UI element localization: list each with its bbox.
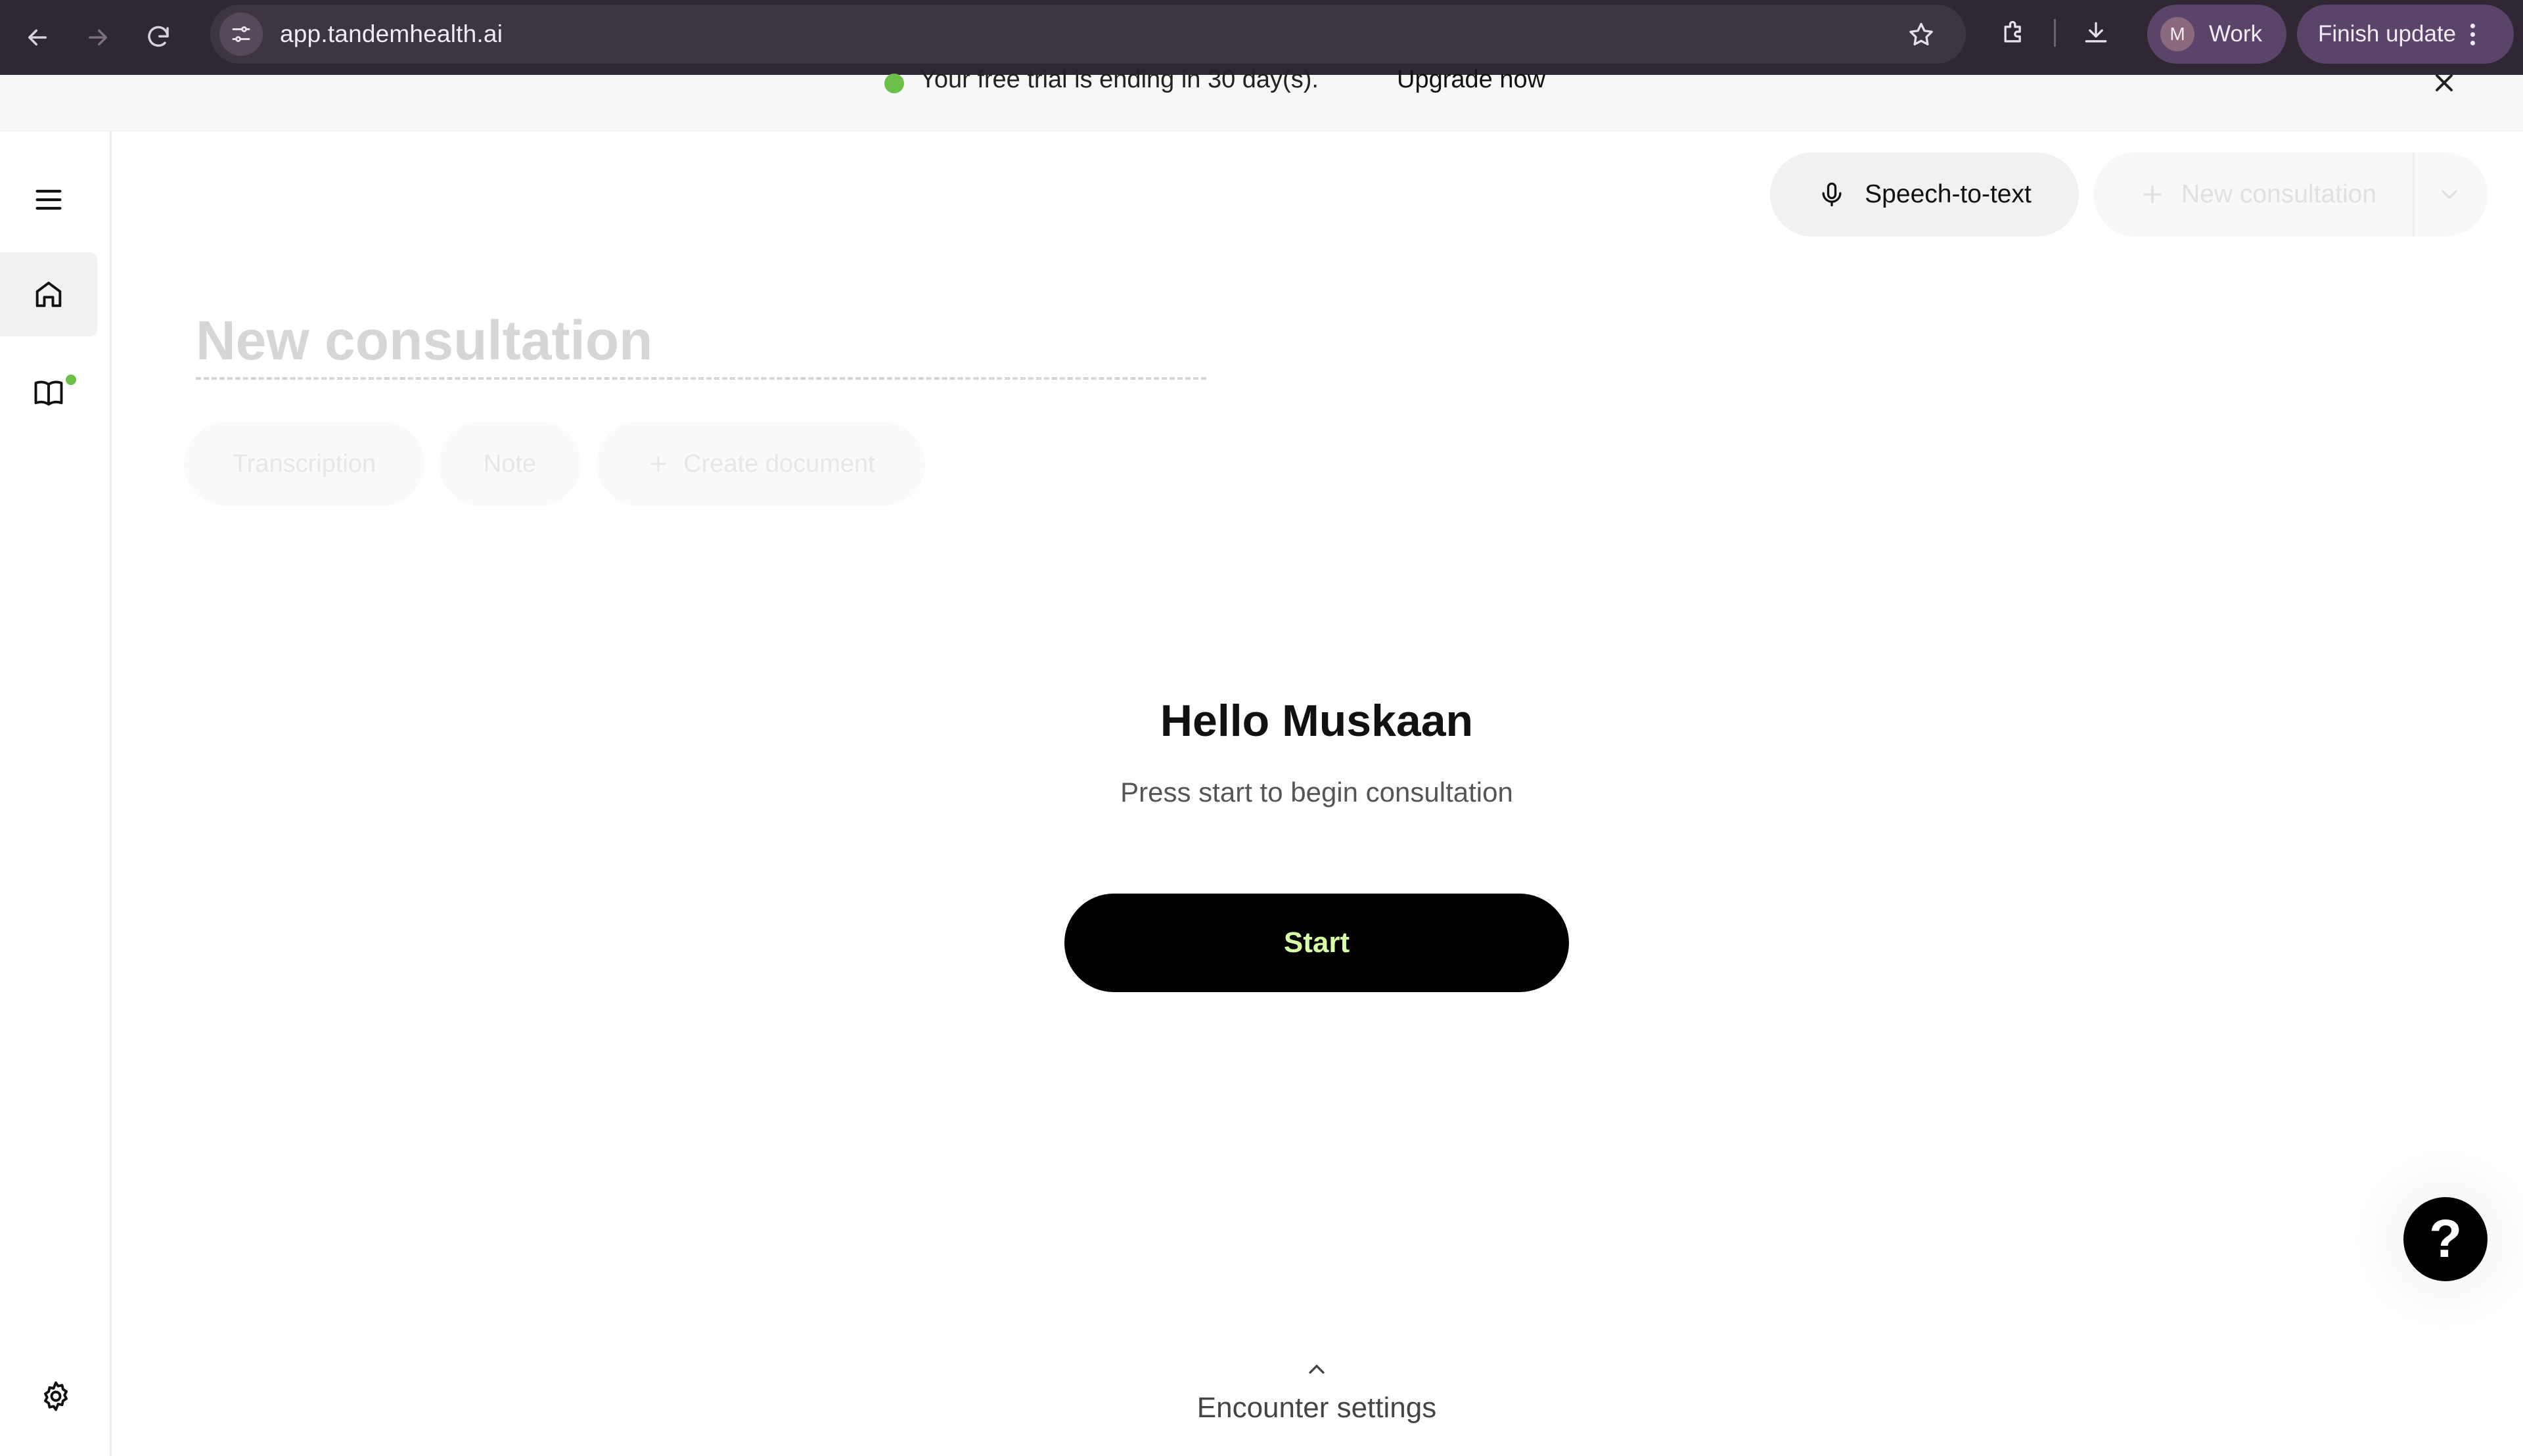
download-icon [2085, 22, 2107, 43]
forward-button[interactable] [75, 14, 121, 60]
instruction-text: Press start to begin consultation [1120, 777, 1513, 808]
status-dot [884, 74, 904, 93]
help-button[interactable]: ? [2403, 1197, 2488, 1281]
chevron-down-icon[interactable] [2436, 181, 2463, 208]
hamburger-menu-icon [35, 189, 62, 210]
book-icon [34, 380, 63, 406]
kebab-menu-icon [2470, 23, 2476, 45]
button-divider [2413, 152, 2415, 237]
menu-button[interactable] [0, 158, 97, 242]
home-icon [35, 281, 62, 307]
upgrade-now-link[interactable]: Upgrade now [1397, 66, 1545, 94]
start-button[interactable]: Start [1064, 894, 1569, 992]
chevron-up-icon[interactable] [1304, 1356, 1330, 1382]
arrow-left-icon [28, 29, 47, 46]
tab-note[interactable]: Note [439, 422, 581, 506]
profile-label: Work [2209, 21, 2263, 47]
plus-icon [650, 456, 667, 472]
arrow-right-icon [89, 29, 107, 46]
toolbar-divider [2054, 19, 2056, 47]
greeting-heading: Hello Muskaan [1160, 696, 1474, 746]
sidebar [0, 131, 112, 1456]
gear-icon [44, 1381, 68, 1411]
reload-icon [148, 26, 169, 47]
extensions-button[interactable] [1991, 10, 2037, 56]
downloads-button[interactable] [2073, 10, 2119, 56]
reload-button[interactable] [135, 14, 181, 60]
notification-dot [66, 375, 76, 385]
url-text: app.tandemhealth.ai [280, 20, 503, 47]
tab-transcription[interactable]: Transcription [184, 422, 424, 506]
encounter-settings-toggle[interactable]: Encounter settings [1117, 1392, 1516, 1424]
create-document-label: Create document [683, 449, 875, 478]
consultation-title-input[interactable]: New consultation [196, 309, 1206, 380]
site-info-button[interactable] [219, 12, 263, 56]
back-button[interactable] [14, 14, 60, 60]
microphone-icon [1822, 182, 1842, 207]
speech-to-text-label: Speech-to-text [1865, 180, 2032, 208]
speech-to-text-button[interactable]: Speech-to-text [1770, 152, 2079, 237]
new-consultation-label: New consultation [2181, 180, 2376, 208]
settings-button[interactable] [33, 1373, 79, 1419]
profile-button[interactable]: M Work [2147, 5, 2286, 64]
puzzle-icon [2004, 20, 2021, 43]
sidebar-item-home[interactable] [0, 252, 97, 336]
address-bar[interactable]: app.tandemhealth.ai [210, 5, 1966, 64]
trial-message: Your free trial is ending in 30 day(s). [920, 66, 1319, 93]
finish-update-button[interactable]: Finish update [2297, 5, 2514, 64]
sidebar-item-library[interactable] [0, 351, 97, 435]
finish-update-label: Finish update [2318, 21, 2457, 47]
bookmark-star-icon[interactable] [1907, 20, 1936, 49]
avatar: M [2160, 17, 2194, 51]
close-icon[interactable] [2430, 68, 2459, 97]
browser-actions [1991, 0, 2119, 66]
tune-icon [232, 26, 250, 42]
create-document-button[interactable]: Create document [597, 422, 925, 506]
new-consultation-button[interactable]: New consultation [2093, 152, 2488, 237]
plus-icon [2143, 185, 2162, 204]
